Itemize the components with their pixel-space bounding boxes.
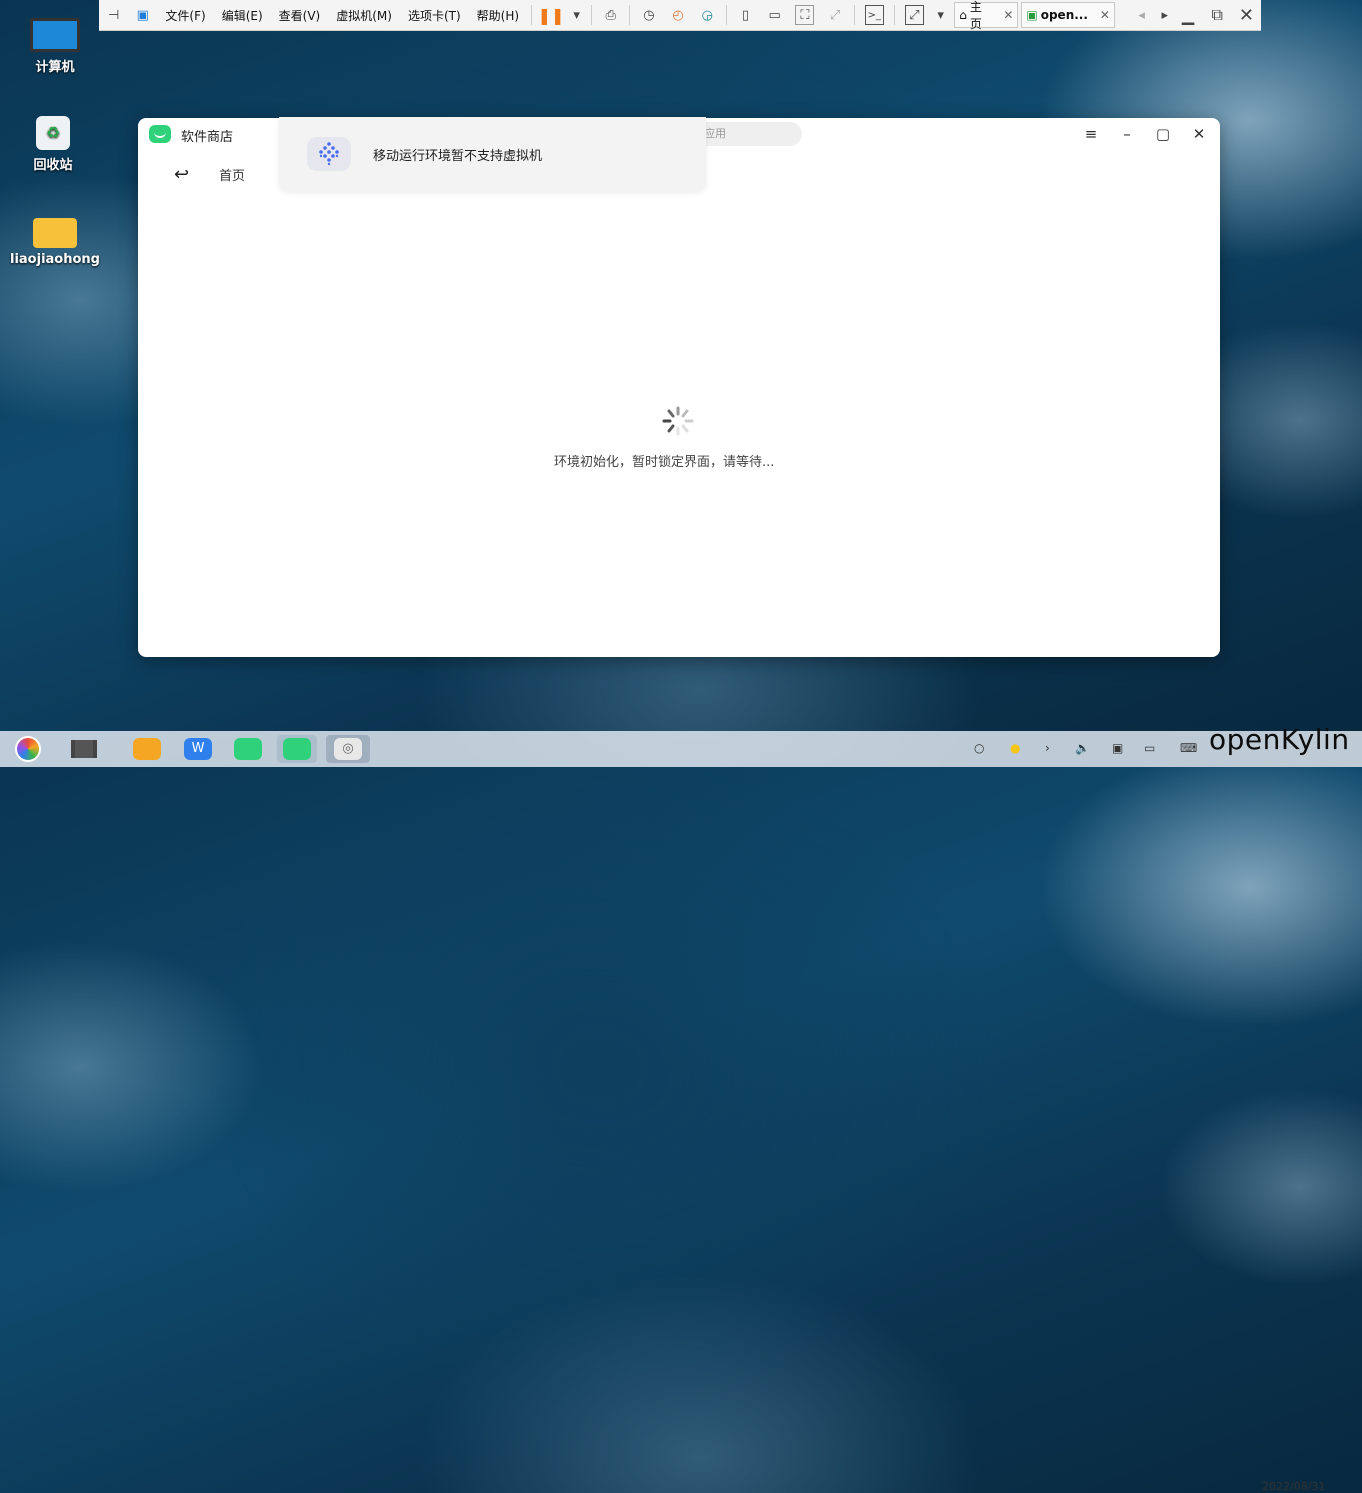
desktop-icon-label: liaojiaohong: [10, 252, 100, 267]
toast-message: 移动运行环境暂不支持虚拟机: [373, 149, 543, 164]
software-store-icon: [149, 125, 171, 143]
menu-edit[interactable]: 编辑(E): [222, 7, 263, 24]
taskbar-app-wps[interactable]: W: [183, 735, 213, 763]
diamond-grid-icon: [319, 142, 339, 166]
chevron-down-icon[interactable]: ▾: [568, 6, 585, 24]
home-icon: ⌂: [959, 8, 967, 22]
menu-view[interactable]: 查看(V): [279, 7, 321, 24]
vm-toolbar: ⊣ ▣ 文件(F) 编辑(E) 查看(V) 虚拟机(M) 选项卡(T) 帮助(H…: [99, 0, 1261, 31]
snapshot-icon[interactable]: ◷: [640, 6, 657, 24]
pin-icon[interactable]: ⊣: [105, 6, 122, 24]
start-logo-icon: [15, 736, 41, 762]
computer-icon: [30, 18, 80, 52]
menu-vm[interactable]: 虚拟机(M): [336, 7, 392, 24]
camera-icon: ◎: [334, 738, 362, 760]
software-store-window: 软件商店 应用 ≡ – ▢ ✕ ↩ 首页: [138, 118, 1220, 657]
fullscreen-icon[interactable]: ⛶: [795, 5, 815, 25]
mobile-env-icon: [307, 137, 351, 171]
separator: [725, 5, 727, 25]
taskbar-app-screenshot[interactable]: ◎: [326, 735, 370, 763]
taskbar-app-software-store-active[interactable]: [277, 735, 317, 763]
minimize-icon[interactable]: –: [1115, 124, 1139, 144]
taskbar-app-software-store[interactable]: [233, 735, 263, 763]
menu-file[interactable]: 文件(F): [165, 7, 205, 24]
multitask-icon: [71, 740, 97, 758]
separator: [531, 5, 532, 25]
keyboard-icon[interactable]: ⌨: [1180, 741, 1197, 755]
close-icon[interactable]: ✕: [1100, 8, 1110, 22]
tab-openkylin[interactable]: ▣ open... ✕: [1021, 2, 1115, 28]
desktop-icon-label: 计算机: [35, 60, 75, 75]
restore-icon[interactable]: ⧉: [1209, 5, 1226, 24]
openkylin-watermark: openKylin: [1209, 723, 1350, 756]
trash-icon: ♻: [36, 116, 70, 150]
separator: [591, 5, 593, 25]
chevron-left-icon[interactable]: ◂: [1133, 6, 1150, 24]
close-icon[interactable]: ✕: [1187, 124, 1211, 144]
desktop-icon-computer[interactable]: 计算机: [10, 18, 100, 75]
search-icon[interactable]: ○: [974, 741, 984, 755]
network-icon[interactable]: ▣: [1112, 741, 1123, 755]
software-store-icon: [234, 738, 262, 760]
vm-logo-icon: ▣: [136, 7, 149, 23]
revert-snapshot-icon[interactable]: ◴: [670, 6, 687, 24]
menu-icon[interactable]: ≡: [1079, 124, 1103, 144]
taskbar: W ◎ ○ ● › 🔈 ▣ ▭ ⌨ 2022/08/31 openKylin: [0, 723, 1362, 1493]
stretch-icon[interactable]: ⤢: [904, 5, 924, 25]
vm-tab-icon: ▣: [1026, 8, 1038, 22]
pause-icon[interactable]: ❚❚: [538, 6, 565, 25]
tab-openkylin-label: open...: [1040, 8, 1088, 22]
clock-date[interactable]: 2022/08/31: [1262, 1480, 1325, 1493]
weather-icon[interactable]: ●: [1010, 741, 1020, 755]
menu-help[interactable]: 帮助(H): [477, 7, 519, 24]
desktop-icon-trash[interactable]: ♻ 回收站: [8, 116, 98, 173]
maximize-icon[interactable]: ▢: [1151, 124, 1175, 144]
window-title: 软件商店: [181, 130, 234, 145]
sidebar-icon[interactable]: ▯: [737, 6, 754, 24]
software-store-icon: [283, 738, 311, 760]
chevron-right-icon[interactable]: ›: [1045, 741, 1050, 755]
close-icon[interactable]: ✕: [1003, 8, 1013, 22]
separator: [893, 5, 895, 25]
loading-text: 环境初始化，暂时锁定界面，请等待...: [554, 455, 775, 470]
back-arrow-icon[interactable]: ↩: [174, 164, 189, 185]
toast-notification: 移动运行环境暂不支持虚拟机: [279, 117, 706, 191]
desktop-icon-label: 回收站: [33, 158, 73, 173]
start-menu-button[interactable]: [13, 735, 43, 763]
multitask-view-button[interactable]: [69, 735, 99, 763]
menu-tabs[interactable]: 选项卡(T): [408, 7, 461, 24]
tab-home[interactable]: ⌂ 主页 ✕: [954, 0, 1019, 31]
close-icon[interactable]: ✕: [1238, 5, 1255, 26]
notification-icon[interactable]: ▭: [1144, 741, 1155, 755]
chevron-right-icon[interactable]: ▸: [1156, 6, 1173, 24]
loading-spinner-icon: [662, 406, 694, 436]
minimize-icon[interactable]: ▁: [1179, 6, 1196, 25]
folder-icon: [33, 218, 77, 248]
volume-icon[interactable]: 🔈: [1075, 741, 1090, 755]
unity-icon[interactable]: ⤢: [826, 6, 843, 24]
separator: [853, 5, 855, 25]
wps-icon: W: [184, 738, 212, 760]
nav-home[interactable]: 首页: [219, 165, 245, 184]
taskbar-app-file-manager[interactable]: [132, 735, 162, 763]
console-view-icon[interactable]: ▭: [766, 6, 783, 24]
desktop-icon-home-folder[interactable]: liaojiaohong: [10, 218, 100, 267]
send-keys-icon[interactable]: ⎙: [602, 6, 619, 24]
tab-home-label: 主页: [969, 0, 982, 31]
chevron-down-icon[interactable]: ▾: [932, 6, 949, 24]
snapshot-manager-icon[interactable]: ◶: [699, 6, 716, 24]
terminal-icon[interactable]: >_: [864, 5, 884, 25]
separator: [629, 5, 631, 25]
file-manager-icon: [133, 738, 161, 760]
